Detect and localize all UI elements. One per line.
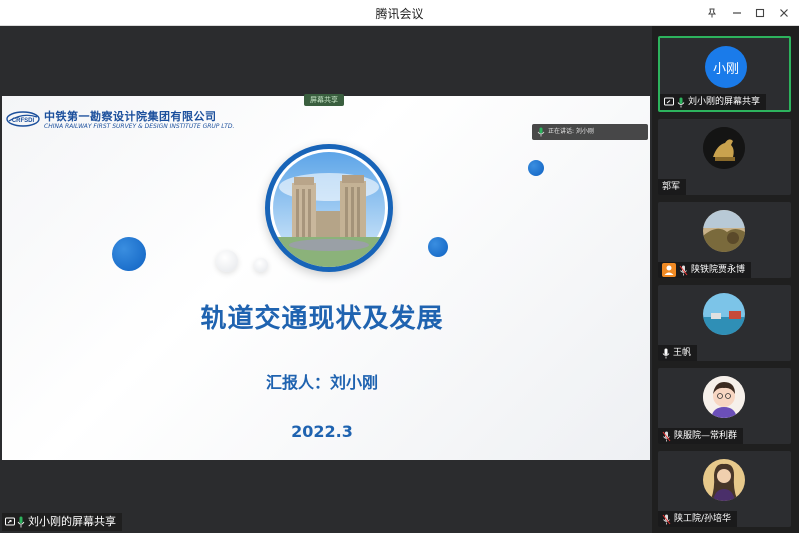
participant-tile-sharer[interactable]: 小刚 刘小刚的屏幕共享 [658, 36, 791, 112]
decorative-dot [112, 237, 146, 271]
participant-name: 王帆 [673, 348, 692, 358]
screen-share-icon [5, 517, 15, 526]
window-title: 腾讯会议 [375, 7, 424, 21]
participant-tile[interactable]: 陕铁院贾永博 [658, 202, 791, 278]
building-emblem [265, 144, 393, 272]
share-badge: 屏幕共享 [304, 94, 344, 106]
company-logo-icon: CRFSDI [6, 111, 40, 127]
participant-tile[interactable]: 郭军 [658, 119, 791, 195]
company-name-en: CHINA RAILWAY FIRST SURVEY & DESIGN INST… [44, 123, 235, 130]
title-bar: 腾讯会议 [0, 0, 799, 26]
slide-title: 轨道交通现状及发展 [200, 304, 444, 334]
company-name-cn: 中铁第一勘察设计院集团有限公司 [44, 110, 217, 123]
mic-off-icon [679, 265, 688, 275]
stage-top-area [0, 26, 652, 96]
participant-tile[interactable]: 陕工院/孙培华 [658, 451, 791, 527]
mic-off-icon [662, 514, 671, 524]
participant-name: 刘小刚的屏幕共享 [688, 97, 761, 107]
participant-nameplate: 陕服院—常利群 [658, 428, 744, 444]
participant-nameplate: 陕工院/孙培华 [658, 511, 738, 527]
decorative-bubble [216, 250, 238, 272]
maximize-icon[interactable] [750, 3, 770, 23]
mic-on-icon [662, 348, 670, 358]
participant-nameplate: 刘小刚的屏幕共享 [660, 94, 767, 110]
portrait-avatar-icon [703, 459, 745, 501]
participant-name: 陕铁院贾永博 [691, 265, 746, 275]
pin-icon[interactable] [702, 3, 722, 23]
decorative-dot [528, 160, 544, 176]
participant-tile[interactable]: 陕服院—常利群 [658, 368, 791, 444]
participant-list[interactable]: 小刚 刘小刚的屏幕共享 郭军 陕铁院贾永博 王帆 陕服院—常利群 陕工院/孙培华 [652, 26, 799, 533]
mic-on-icon [17, 516, 25, 528]
speaking-label: 正在讲话: 刘小刚 [548, 128, 594, 135]
participant-tile[interactable]: 王帆 [658, 285, 791, 361]
close-icon[interactable] [774, 3, 794, 23]
landscape-avatar-icon [703, 210, 745, 252]
mic-on-icon [537, 127, 545, 137]
decorative-dot [428, 237, 448, 257]
avatar [703, 293, 745, 335]
avatar: 小刚 [705, 46, 747, 88]
cartoon-avatar-icon [703, 376, 745, 418]
user-badge-icon [662, 263, 676, 277]
participant-name: 郭军 [662, 182, 681, 192]
presentation-slide: CRFSDI 中铁第一勘察设计院集团有限公司 CHINA RAILWAY FIR… [2, 96, 650, 460]
logo-text: CRFSDI [12, 118, 35, 124]
avatar [703, 127, 745, 169]
avatar [703, 376, 745, 418]
decorative-bubble [254, 258, 268, 272]
minimize-icon[interactable] [727, 3, 747, 23]
participant-nameplate: 陕铁院贾永博 [658, 262, 752, 278]
sea-avatar-icon [703, 293, 745, 335]
avatar [703, 210, 745, 252]
company-header: CRFSDI 中铁第一勘察设计院集团有限公司 CHINA RAILWAY FIR… [6, 106, 234, 136]
share-caption-label: 刘小刚的屏幕共享 [28, 515, 116, 528]
speaking-indicator: 正在讲话: 刘小刚 [532, 124, 648, 140]
participant-name: 陕工院/孙培华 [674, 514, 732, 524]
horse-avatar-icon [703, 127, 745, 169]
avatar [703, 459, 745, 501]
meeting-window: 腾讯会议 CRFSDI 中铁第一勘察设计院集团有限公司 CHINA RAILWA… [0, 0, 799, 533]
screen-share-icon [664, 97, 674, 106]
building-photo-icon [273, 152, 385, 267]
slide-reporter: 汇报人：刘小刚 [265, 373, 378, 392]
participant-name: 陕服院—常利群 [674, 431, 738, 441]
slide-date: 2022.3 [291, 422, 353, 441]
mic-off-icon [662, 431, 671, 441]
share-caption: 刘小刚的屏幕共享 [2, 513, 122, 531]
mic-on-icon [677, 97, 685, 107]
participant-nameplate: 王帆 [658, 345, 698, 361]
participant-nameplate: 郭军 [658, 179, 687, 195]
